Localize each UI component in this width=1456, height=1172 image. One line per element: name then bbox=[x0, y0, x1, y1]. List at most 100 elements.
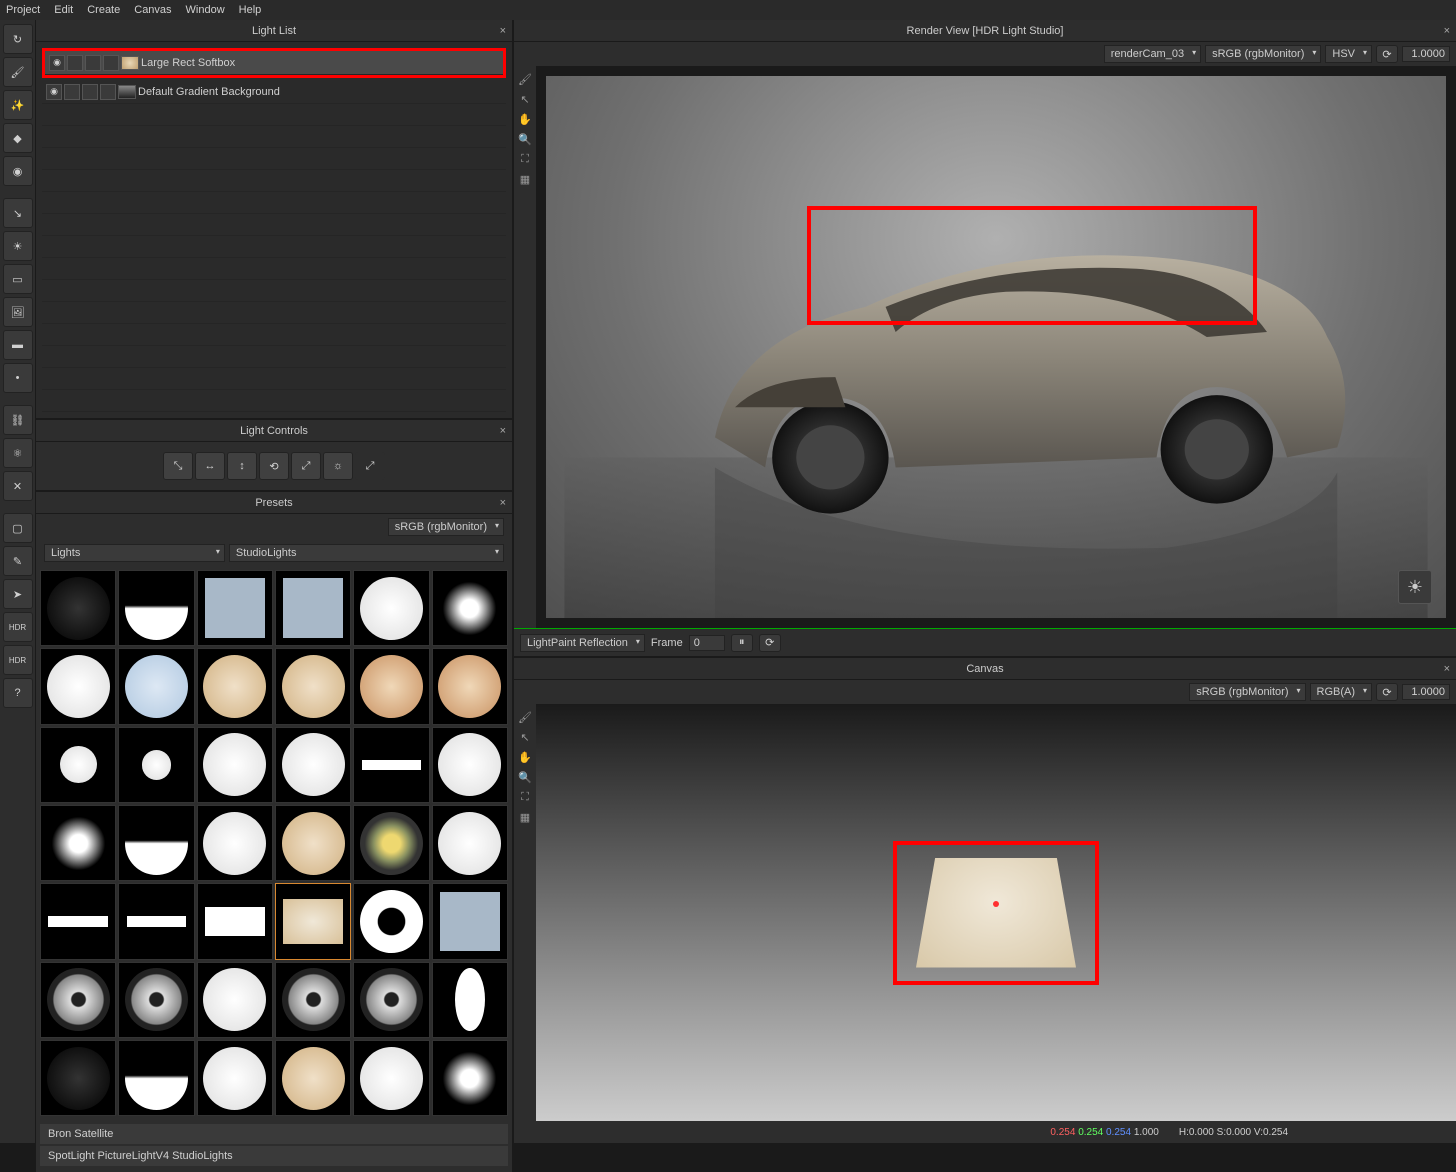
preset-item[interactable] bbox=[432, 570, 508, 646]
render-colorspace-dropdown[interactable]: sRGB (rgbMonitor) bbox=[1205, 45, 1321, 63]
preset-item[interactable] bbox=[197, 570, 273, 646]
preset-name-2[interactable]: SpotLight PictureLightV4 StudioLights bbox=[40, 1146, 508, 1166]
hand-icon[interactable]: ✋ bbox=[516, 748, 534, 766]
sun-icon[interactable]: ☀ bbox=[1398, 570, 1432, 604]
preset-item[interactable] bbox=[197, 883, 273, 959]
close-icon[interactable]: × bbox=[500, 425, 506, 437]
expand-button[interactable]: ⤢ bbox=[355, 452, 385, 480]
preset-item[interactable] bbox=[432, 648, 508, 724]
render-value-field[interactable]: 1.0000 bbox=[1402, 46, 1450, 62]
preset-colorspace-dropdown[interactable]: sRGB (rgbMonitor) bbox=[388, 518, 504, 536]
tool-close-icon[interactable]: ✕ bbox=[3, 471, 33, 501]
preset-item[interactable] bbox=[40, 570, 116, 646]
softbox-shape[interactable] bbox=[916, 858, 1076, 968]
preset-item[interactable] bbox=[275, 883, 351, 959]
move-y-button[interactable]: ↕ bbox=[227, 452, 257, 480]
menu-edit[interactable]: Edit bbox=[54, 4, 73, 16]
menu-help[interactable]: Help bbox=[239, 4, 262, 16]
preset-item[interactable] bbox=[275, 805, 351, 881]
canvas-value-field[interactable]: 1.0000 bbox=[1402, 684, 1450, 700]
tool-image-icon[interactable]: 🖼 bbox=[3, 297, 33, 327]
preset-item[interactable] bbox=[353, 727, 429, 803]
preset-item[interactable] bbox=[40, 805, 116, 881]
menu-window[interactable]: Window bbox=[186, 4, 225, 16]
preset-item[interactable] bbox=[432, 962, 508, 1038]
preset-item[interactable] bbox=[40, 883, 116, 959]
refresh-icon[interactable]: ⟳ bbox=[759, 634, 781, 652]
brush-icon[interactable]: 🖌 bbox=[516, 70, 534, 88]
solo-toggle-icon[interactable] bbox=[64, 84, 80, 100]
preset-item[interactable] bbox=[118, 805, 194, 881]
pause-icon[interactable]: ⏸ bbox=[731, 634, 753, 652]
preset-item[interactable] bbox=[197, 648, 273, 724]
close-icon[interactable]: × bbox=[1444, 25, 1450, 37]
refresh-icon[interactable]: ⟳ bbox=[1376, 45, 1398, 63]
tool-diamond-icon[interactable]: ◆ bbox=[3, 123, 33, 153]
visibility-toggle-icon[interactable]: ◉ bbox=[46, 84, 62, 100]
fit-icon[interactable]: ⛶ bbox=[516, 788, 534, 806]
tool-frame-icon[interactable]: ▢ bbox=[3, 513, 33, 543]
preset-item[interactable] bbox=[275, 962, 351, 1038]
preset-name-1[interactable]: Bron Satellite bbox=[40, 1124, 508, 1144]
zoom-icon[interactable]: 🔍 bbox=[516, 768, 534, 786]
tool-gradient-icon[interactable]: ▭ bbox=[3, 264, 33, 294]
close-icon[interactable]: × bbox=[500, 25, 506, 37]
preset-item[interactable] bbox=[197, 805, 273, 881]
tool-cursor-icon[interactable]: ➤ bbox=[3, 579, 33, 609]
hand-icon[interactable]: ✋ bbox=[516, 110, 534, 128]
preset-item[interactable] bbox=[353, 1040, 429, 1116]
camera-dropdown[interactable]: renderCam_03 bbox=[1104, 45, 1201, 63]
tool-link-icon[interactable]: ⛓ bbox=[3, 405, 33, 435]
brush-icon[interactable]: 🖌 bbox=[516, 708, 534, 726]
refresh-icon[interactable]: ⟳ bbox=[1376, 683, 1398, 701]
tool-dot-icon[interactable]: • bbox=[3, 363, 33, 393]
solo-toggle-icon[interactable] bbox=[67, 55, 83, 71]
lightpaint-dropdown[interactable]: LightPaint Reflection bbox=[520, 634, 645, 652]
menu-canvas[interactable]: Canvas bbox=[134, 4, 171, 16]
cursor-icon[interactable]: ↖ bbox=[516, 728, 534, 746]
lock-toggle-icon[interactable] bbox=[100, 84, 116, 100]
preset-item[interactable] bbox=[432, 805, 508, 881]
render-mode-dropdown[interactable]: HSV bbox=[1325, 45, 1372, 63]
preset-item[interactable] bbox=[118, 1040, 194, 1116]
region-icon[interactable]: ▦ bbox=[516, 808, 534, 826]
tool-rotate-icon[interactable]: ↻ bbox=[3, 24, 33, 54]
canvas-mode-dropdown[interactable]: RGB(A) bbox=[1310, 683, 1373, 701]
move-xy-button[interactable]: ⤡ bbox=[163, 452, 193, 480]
zoom-icon[interactable]: 🔍 bbox=[516, 130, 534, 148]
region-icon[interactable]: ▦ bbox=[516, 170, 534, 188]
tool-help-icon[interactable]: ? bbox=[3, 678, 33, 708]
light-row[interactable]: ◉ Large Rect Softbox bbox=[45, 51, 503, 75]
tool-wand-icon[interactable]: ✨ bbox=[3, 90, 33, 120]
tool-sun-icon[interactable]: ☀ bbox=[3, 231, 33, 261]
preset-item[interactable] bbox=[197, 1040, 273, 1116]
mute-toggle-icon[interactable] bbox=[82, 84, 98, 100]
light-row[interactable]: ◉ Default Gradient Background bbox=[42, 80, 506, 104]
preset-item[interactable] bbox=[118, 962, 194, 1038]
preset-item[interactable] bbox=[40, 1040, 116, 1116]
preset-item[interactable] bbox=[118, 648, 194, 724]
preset-item[interactable] bbox=[275, 570, 351, 646]
preset-item[interactable] bbox=[40, 962, 116, 1038]
tool-arrow-icon[interactable]: ↘ bbox=[3, 198, 33, 228]
preset-item[interactable] bbox=[197, 962, 273, 1038]
preset-item[interactable] bbox=[432, 727, 508, 803]
preset-item[interactable] bbox=[118, 727, 194, 803]
tool-brush-icon[interactable]: 🖌 bbox=[3, 57, 33, 87]
preset-category-dropdown[interactable]: Lights bbox=[44, 544, 225, 562]
preset-item[interactable] bbox=[275, 1040, 351, 1116]
scale-button[interactable]: ⤢ bbox=[291, 452, 321, 480]
preset-item[interactable] bbox=[432, 1040, 508, 1116]
preset-item[interactable] bbox=[353, 805, 429, 881]
render-viewport[interactable]: ☀ bbox=[536, 66, 1456, 628]
preset-item[interactable] bbox=[353, 570, 429, 646]
menu-create[interactable]: Create bbox=[87, 4, 120, 16]
tool-atom-icon[interactable]: ⚛ bbox=[3, 438, 33, 468]
preset-item[interactable] bbox=[432, 883, 508, 959]
tool-hdr-icon[interactable]: HDR bbox=[3, 612, 33, 642]
visibility-toggle-icon[interactable]: ◉ bbox=[49, 55, 65, 71]
preset-item[interactable] bbox=[353, 648, 429, 724]
canvas-viewport[interactable] bbox=[536, 704, 1456, 1121]
canvas-colorspace-dropdown[interactable]: sRGB (rgbMonitor) bbox=[1189, 683, 1305, 701]
preset-item[interactable] bbox=[118, 883, 194, 959]
